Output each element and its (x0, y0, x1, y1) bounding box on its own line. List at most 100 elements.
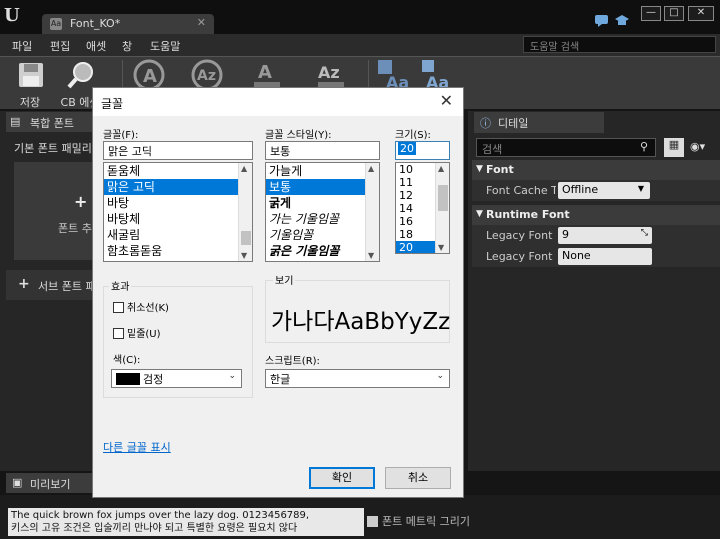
font-list-item-selected[interactable]: 맑은 고딕 (104, 179, 238, 195)
close-window-button[interactable]: ✕ (688, 6, 714, 21)
svg-text:Az: Az (318, 63, 340, 82)
checkbox-box (113, 328, 124, 339)
style-list-item[interactable]: 기울임꼴 (266, 227, 379, 243)
chevron-down-icon: ▼ (637, 184, 644, 193)
font-size-list[interactable]: 10 11 12 14 16 18 20 ▲ ▼ (395, 162, 450, 254)
scroll-down-icon[interactable]: ▼ (241, 251, 247, 260)
add-sub-font-button[interactable]: + 서브 폰트 패밀리 추가 (6, 270, 92, 300)
details-tab[interactable]: ⓘ 디테일 (474, 112, 604, 133)
dialog-close-icon[interactable]: ✕ (440, 91, 453, 110)
checkbox-box (367, 516, 378, 527)
legacy-font-name-input[interactable]: None (558, 248, 652, 265)
font-cache-type-label: Font Cache Type (486, 184, 556, 197)
color-dropdown[interactable]: 검정 ⌄ (111, 369, 242, 388)
chevron-down-icon: ⌄ (228, 371, 236, 381)
ok-button[interactable]: 확인 (309, 467, 375, 489)
font-cache-type-row: Font Cache Type Offline ▼ (472, 180, 720, 201)
font-cache-type-dropdown[interactable]: Offline ▼ (558, 182, 650, 199)
legacy-font-size-label: Legacy Font Size (486, 229, 556, 242)
minimize-button[interactable]: — (641, 6, 661, 21)
default-family-label: 기본 폰트 패밀리 (14, 142, 92, 155)
color-label: 색(C): (113, 355, 141, 366)
legacy-font-size-input[interactable]: 9 ⤡ (558, 227, 652, 244)
font-list-scrollbar[interactable]: ▲ ▼ (238, 163, 252, 261)
composite-font-tab[interactable]: ▤ 복합 폰트 (6, 112, 92, 132)
font-cache-type-value: Offline (562, 183, 599, 196)
font-style-list[interactable]: 가늘게 보통 굵게 가는 기울임꼴 기울임꼴 굵은 기울임꼴 ▲ ▼ (265, 162, 380, 262)
save-button[interactable]: 저장 (6, 58, 54, 109)
effects-label: 효과 (109, 278, 132, 293)
font-list-item[interactable]: 바탕체 (104, 211, 252, 227)
style-list-scrollbar[interactable]: ▲ ▼ (365, 163, 379, 261)
learn-icon[interactable] (614, 14, 630, 28)
info-icon: ⓘ (480, 117, 491, 130)
preview-text-box[interactable]: The quick brown fox jumps over the lazy … (8, 508, 364, 536)
font-list-item[interactable]: 바탕 (104, 195, 252, 211)
grid-view-icon[interactable]: ▦ (664, 138, 684, 157)
asset-tab[interactable]: Aa Font_KO* ✕ (42, 14, 214, 35)
font-size-input[interactable]: 20 (395, 141, 450, 160)
menu-file[interactable]: 파일 (12, 38, 32, 54)
dialog-title-bar: 글꼴 ✕ (93, 88, 463, 116)
style-list-item[interactable]: 가늘게 (266, 163, 379, 179)
scroll-down-icon[interactable]: ▼ (368, 251, 374, 260)
font-list[interactable]: 돋움체 맑은 고딕 바탕 바탕체 새굴림 함초롬돋움 ▲ ▼ (103, 162, 253, 262)
collapse-arrow-icon: ▼ (476, 209, 483, 219)
script-value: 한글 (270, 373, 291, 386)
runtime-font-section-header[interactable]: ▼ Runtime Font (472, 205, 720, 225)
font-list-item[interactable]: 새굴림 (104, 227, 252, 243)
cancel-button[interactable]: 취소 (385, 467, 451, 489)
underline-checkbox[interactable]: 밑줄(U) (113, 325, 161, 340)
scrollbar-thumb[interactable] (438, 185, 448, 211)
font-list-item[interactable]: 함초롬돋움 (104, 243, 252, 259)
font-style-input[interactable]: 보통 (265, 141, 380, 160)
font-name-input[interactable]: 맑은 고딕 (103, 141, 253, 160)
scroll-down-icon[interactable]: ▼ (438, 243, 444, 252)
legacy-font-name-row: Legacy Font Name None (472, 246, 720, 267)
help-search-input[interactable]: 도움말 검색 (523, 36, 716, 53)
add-sub-font-label: 서브 폰트 패밀리 추가 (38, 280, 92, 293)
font-preview-sample: 가나다AaBbYyZz (271, 309, 451, 335)
menu-asset[interactable]: 애셋 (86, 38, 106, 54)
legacy-font-size-row: Legacy Font Size 9 ⤡ (472, 225, 720, 246)
script-dropdown[interactable]: 한글 ⌄ (265, 369, 450, 388)
show-more-fonts-link[interactable]: 다른 글꼴 표시 (103, 439, 171, 455)
scroll-up-icon[interactable]: ▲ (241, 164, 247, 173)
close-tab-icon[interactable]: ✕ (197, 16, 206, 29)
eye-icon[interactable]: ◉▾ (690, 140, 705, 153)
style-list-item[interactable]: 가는 기울임꼴 (266, 211, 379, 227)
font-section-header[interactable]: ▼ Font (472, 160, 720, 180)
preview-tab-label: 미리보기 (30, 478, 71, 491)
runtime-font-section-title: Runtime Font (486, 208, 570, 221)
style-label: 글꼴 스타일(Y): (265, 130, 332, 141)
size-list-item-selected[interactable]: 20 (396, 241, 435, 253)
menu-edit[interactable]: 편집 (50, 38, 70, 54)
chat-icon[interactable] (594, 14, 610, 28)
draw-font-metrics-checkbox[interactable]: 폰트 메트릭 그리기 (367, 513, 470, 529)
preview-icon: ▣ (12, 476, 23, 489)
menu-window[interactable]: 창 (122, 38, 132, 54)
size-label: 크기(S): (395, 130, 431, 141)
style-list-item-selected[interactable]: 보통 (266, 179, 365, 195)
svg-text:A: A (258, 62, 272, 83)
font-list-icon: ▤ (10, 115, 21, 128)
scrollbar-thumb[interactable] (241, 231, 251, 245)
add-font-box[interactable]: + 폰트 추가 (14, 162, 92, 260)
strikeout-checkbox[interactable]: 취소선(K) (113, 299, 169, 314)
add-icon: + (18, 276, 30, 292)
color-swatch (116, 373, 140, 385)
style-list-item[interactable]: 굵게 (266, 195, 379, 211)
font-size-value: 20 (398, 142, 416, 155)
maximize-button[interactable]: □ (664, 6, 684, 21)
size-list-scrollbar[interactable]: ▲ ▼ (435, 163, 449, 253)
details-search-input[interactable]: 검색 (476, 138, 656, 157)
style-list-item[interactable]: 굵은 기울임꼴 (266, 243, 379, 259)
magnifier-icon (67, 62, 93, 89)
svg-text:A: A (143, 66, 157, 87)
scroll-up-icon[interactable]: ▲ (368, 164, 374, 173)
scroll-up-icon[interactable]: ▲ (438, 164, 444, 173)
preview-tab[interactable]: ▣ 미리보기 (6, 473, 92, 493)
font-list-item[interactable]: 돋움체 (104, 163, 252, 179)
floppy-icon (19, 63, 43, 87)
menu-help[interactable]: 도움말 (150, 38, 180, 54)
